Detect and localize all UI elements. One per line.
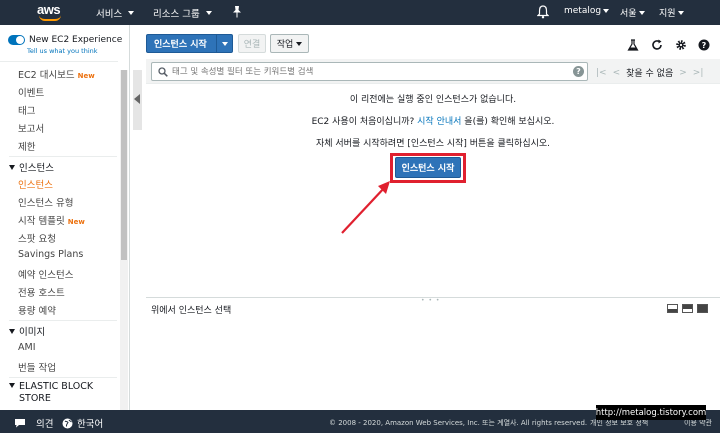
divider (9, 156, 117, 157)
next-page-icon[interactable]: > (679, 68, 687, 78)
filter-bar: ? |< < 찾을 수 없음 > >| (146, 59, 720, 84)
scrollbar-thumb[interactable] (121, 70, 127, 260)
copyright-text: © 2008 - 2020, Amazon Web Services, Inc.… (329, 419, 588, 427)
divider (9, 377, 117, 378)
svg-text:?: ? (702, 41, 707, 50)
launch-dropdown-toggle[interactable] (216, 35, 232, 52)
gear-icon[interactable] (675, 39, 687, 51)
pane-splitter[interactable]: • • • (146, 297, 720, 304)
launch-instance-center-button[interactable]: 인스턴스 시작 (395, 157, 461, 178)
sidebar-item-reports[interactable]: 보고서 (18, 121, 44, 135)
globe-icon (62, 418, 73, 428)
sidebar-item-limits[interactable]: 제한 (18, 139, 35, 153)
search-help-icon[interactable]: ? (573, 66, 584, 77)
sidebar-item-reserved-instances[interactable]: 예약 인스턴스 (18, 267, 73, 281)
sidebar-item-bundle-tasks[interactable]: 번들 작업 (18, 360, 56, 374)
new-badge: New (67, 218, 85, 226)
red-arrow-annotation (341, 181, 390, 234)
connect-button[interactable]: 연결 (238, 34, 266, 53)
chevron-down-icon (128, 11, 135, 15)
sidebar-item-instances[interactable]: 인스턴스 (18, 177, 53, 191)
result-count: 찾을 수 없음 (626, 69, 674, 79)
sidebar-item-tags[interactable]: 태그 (18, 103, 35, 117)
sidebar-item-ec2-dashboard[interactable]: EC2 대시보드 New (18, 67, 95, 81)
region-menu[interactable]: 서울 (620, 6, 645, 19)
layout-full-icon[interactable] (697, 304, 708, 313)
divider (9, 320, 117, 321)
left-sidebar: New EC2 Experience Tell us what you thin… (0, 25, 130, 410)
section-ebs-header[interactable]: ELASTIC BLOCK (9, 381, 93, 392)
sidebar-item-launch-templates[interactable]: 시작 템플릿 New (18, 213, 85, 227)
search-box[interactable]: ? (151, 62, 588, 81)
sidebar-item-capacity-reservations[interactable]: 용량 예약 (18, 303, 56, 317)
chevron-down-icon (205, 11, 212, 15)
watermark: http://metalog.tistory.com (596, 405, 706, 420)
sidebar-item-events[interactable]: 이벤트 (18, 85, 44, 99)
sidebar-item-instance-types[interactable]: 인스턴스 유형 (18, 195, 73, 209)
sidebar-item-dedicated-hosts[interactable]: 전용 호스트 (18, 285, 65, 299)
account-menu[interactable]: metalog (564, 6, 610, 16)
caret-down-icon (9, 329, 15, 334)
last-page-icon[interactable]: >| (693, 68, 704, 78)
chat-bubble-icon (15, 419, 25, 428)
new-experience-toggle[interactable]: New EC2 Experience (8, 35, 122, 45)
launch-instance-button[interactable]: 인스턴스 시작 (146, 34, 233, 53)
launch-instructions: 자체 서버를 시작하려면 [인스턴스 시작] 버튼을 클릭하십시오. (315, 139, 551, 149)
search-input[interactable] (172, 66, 567, 77)
section-ebs-header-line2: STORE (19, 393, 51, 404)
divider (0, 61, 118, 62)
details-pane-title: 위에서 인스턴스 선택 (151, 306, 232, 316)
aws-smile-icon (39, 15, 61, 21)
feedback-link[interactable]: Tell us what you think (27, 47, 98, 55)
chevron-down-icon (296, 41, 303, 46)
refresh-icon[interactable] (651, 39, 663, 51)
sidebar-item-savings-plans[interactable]: Savings Plans (18, 249, 83, 260)
sidebar-collapse-handle[interactable] (133, 70, 142, 130)
pagination: |< < 찾을 수 없음 > >| (596, 66, 704, 80)
services-menu[interactable]: 서비스 (96, 6, 135, 20)
sidebar-scrollbar[interactable] (120, 70, 128, 410)
collapse-left-icon (134, 94, 140, 104)
empty-state-message: 이 리전에는 실행 중인 인스턴스가 없습니다. (349, 95, 517, 105)
layout-split-icon[interactable] (682, 304, 693, 313)
actions-button[interactable]: 작업 (270, 34, 309, 53)
getting-started-link[interactable]: 시작 안내서 (417, 117, 461, 127)
resource-groups-menu[interactable]: 리소스 그룹 (153, 6, 212, 20)
first-page-icon[interactable]: |< (596, 68, 607, 78)
aws-logo[interactable]: aws (37, 3, 65, 22)
language-selector[interactable]: 한국어 (62, 416, 103, 430)
caret-down-icon (9, 165, 15, 170)
feedback-button[interactable]: 의견 (14, 416, 53, 430)
previous-page-icon[interactable]: < (613, 68, 621, 78)
first-time-message: EC2 사용이 처음이십니까? 시작 안내서 을(를) 확인해 보십시오. (311, 117, 555, 127)
new-badge: New (77, 72, 95, 80)
top-navigation-bar: aws 서비스 리소스 그룹 metalog 서울 지원 (0, 0, 720, 25)
sidebar-item-ami[interactable]: AMI (18, 342, 36, 353)
chevron-down-icon (677, 10, 684, 15)
sidebar-item-spot-requests[interactable]: 스팟 요청 (18, 231, 56, 245)
section-images-header[interactable]: 이미지 (9, 324, 45, 338)
help-icon[interactable]: ? (698, 39, 710, 51)
toggle-switch[interactable] (8, 35, 25, 45)
chevron-down-icon (603, 9, 610, 13)
caret-down-icon (9, 383, 15, 388)
layout-bottom-icon[interactable] (667, 304, 678, 313)
search-icon (158, 66, 168, 77)
chevron-down-icon (221, 41, 228, 46)
support-menu[interactable]: 지원 (659, 6, 684, 19)
pin-icon[interactable] (232, 6, 242, 18)
chevron-down-icon (638, 10, 645, 15)
section-instances-header[interactable]: 인스턴스 (9, 160, 54, 174)
flask-icon[interactable] (627, 39, 639, 51)
bell-icon[interactable] (537, 5, 549, 19)
drag-grip-icon[interactable]: • • • (421, 297, 440, 304)
